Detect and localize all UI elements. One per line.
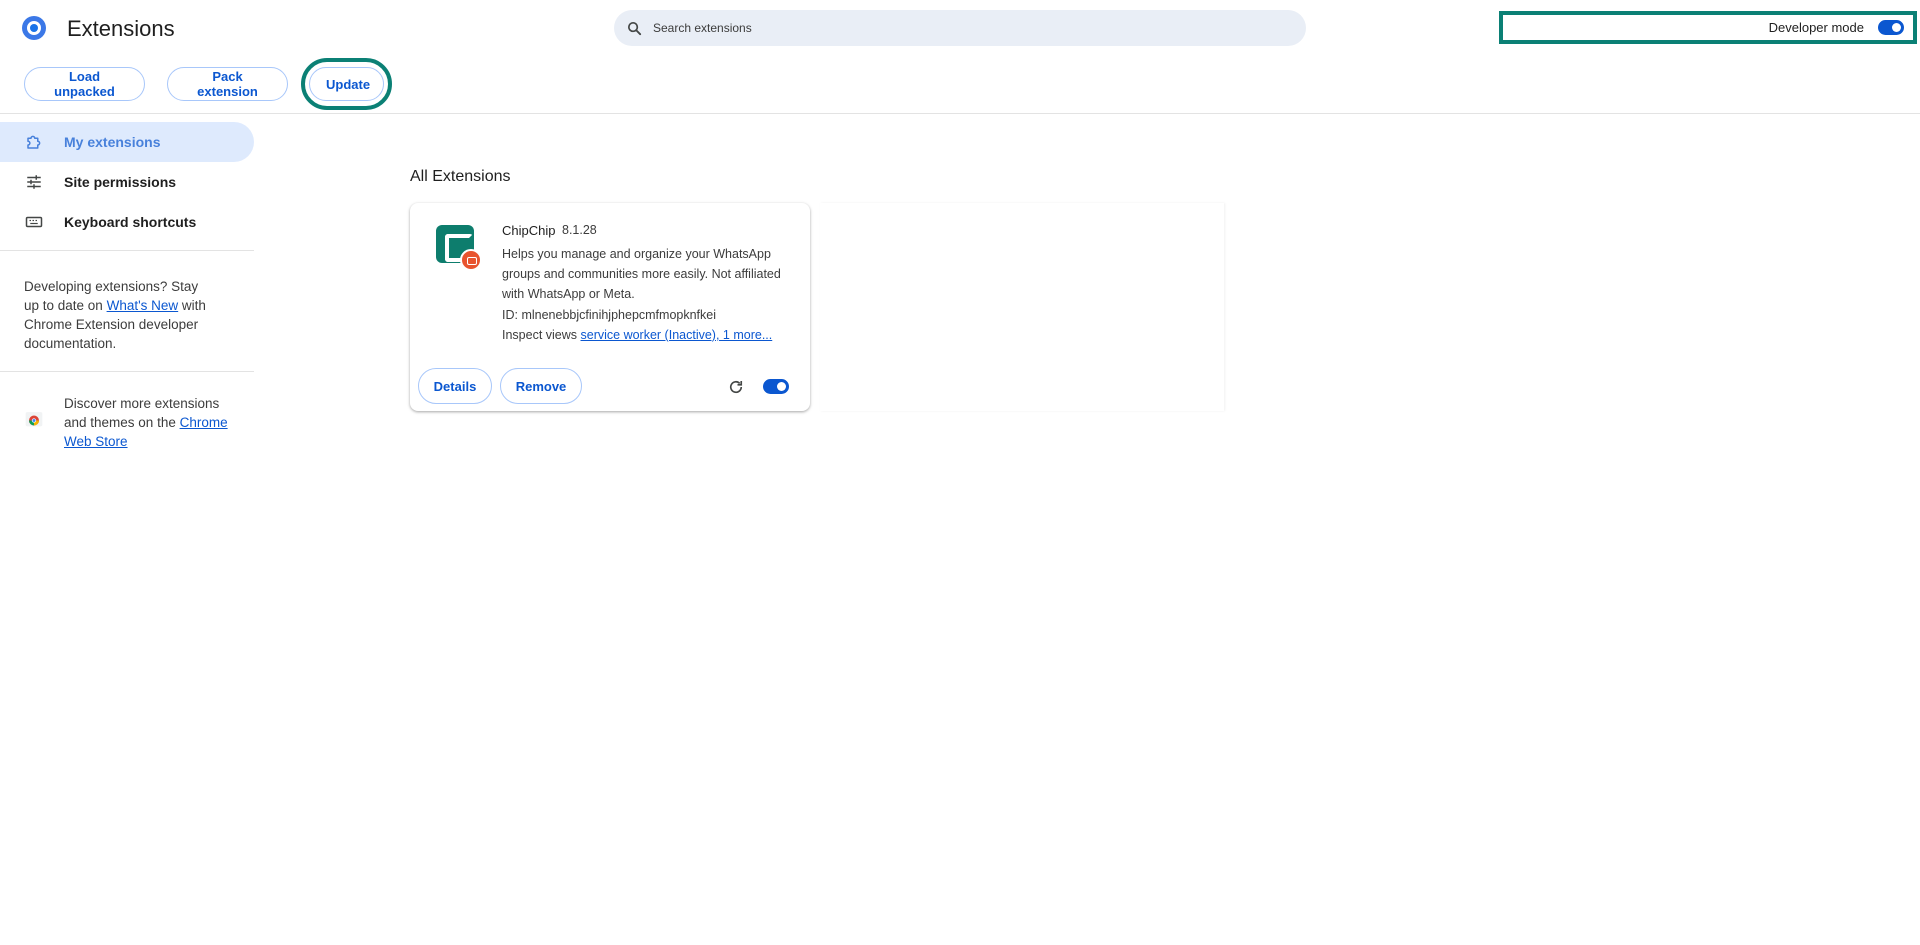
remove-button[interactable]: Remove bbox=[500, 368, 582, 404]
sidebar-item-label: My extensions bbox=[64, 134, 161, 150]
sidebar: My extensions Site permissions Keyboard … bbox=[0, 122, 256, 451]
inspect-views-link[interactable]: service worker (Inactive), 1 more... bbox=[581, 328, 773, 342]
extension-version: 8.1.28 bbox=[562, 223, 597, 237]
extension-card: ChipChip 8.1.28 Helps you manage and org… bbox=[410, 203, 810, 411]
chrome-web-store-icon bbox=[25, 412, 43, 427]
sidebar-item-keyboard-shortcuts[interactable]: Keyboard shortcuts bbox=[0, 202, 254, 242]
whats-new-link[interactable]: What's New bbox=[107, 298, 179, 313]
search-bar[interactable] bbox=[614, 10, 1306, 46]
web-store-promo: Discover more extensions and themes on t… bbox=[0, 372, 256, 451]
sidebar-item-site-permissions[interactable]: Site permissions bbox=[0, 162, 254, 202]
extension-description: Helps you manage and organize your Whats… bbox=[502, 247, 781, 301]
toolbar-divider bbox=[0, 113, 1920, 114]
sidebar-divider bbox=[0, 250, 254, 251]
header: Extensions Developer mode bbox=[0, 0, 1920, 56]
extension-name: ChipChip bbox=[502, 223, 556, 238]
load-unpacked-button[interactable]: Load unpacked bbox=[24, 67, 145, 101]
empty-card-slot bbox=[820, 203, 1224, 411]
extension-icon bbox=[25, 133, 43, 151]
keyboard-icon bbox=[25, 213, 43, 231]
developer-mode-control: Developer mode bbox=[1499, 11, 1917, 44]
inspect-views: Inspect views service worker (Inactive),… bbox=[502, 328, 772, 342]
developer-mode-label: Developer mode bbox=[1768, 20, 1864, 35]
search-icon bbox=[627, 21, 642, 35]
update-button[interactable]: Update bbox=[309, 67, 384, 101]
section-title: All Extensions bbox=[410, 168, 511, 185]
sidebar-item-label: Site permissions bbox=[64, 174, 177, 190]
reload-icon[interactable] bbox=[727, 378, 745, 396]
search-input[interactable] bbox=[653, 21, 1253, 35]
developer-mode-toggle[interactable] bbox=[1878, 20, 1904, 35]
details-button[interactable]: Details bbox=[418, 368, 492, 404]
web-store-text: Discover more extensions and themes on t… bbox=[64, 394, 234, 451]
extension-enable-toggle[interactable] bbox=[763, 379, 789, 394]
extension-id: ID: mlnenebbjcfinihjphepcmfmopknfkei bbox=[502, 308, 716, 322]
chrome-logo-icon bbox=[22, 16, 46, 40]
developing-extensions-note: Developing extensions? Stay up to date o… bbox=[0, 259, 240, 371]
tune-sliders-icon bbox=[25, 173, 43, 191]
sidebar-item-label: Keyboard shortcuts bbox=[64, 214, 197, 230]
unpacked-badge-icon bbox=[460, 249, 482, 271]
page-title: Extensions bbox=[67, 16, 175, 41]
sidebar-item-my-extensions[interactable]: My extensions bbox=[0, 122, 254, 162]
inspect-views-label: Inspect views bbox=[502, 328, 581, 342]
pack-extension-button[interactable]: Pack extension bbox=[167, 67, 288, 101]
